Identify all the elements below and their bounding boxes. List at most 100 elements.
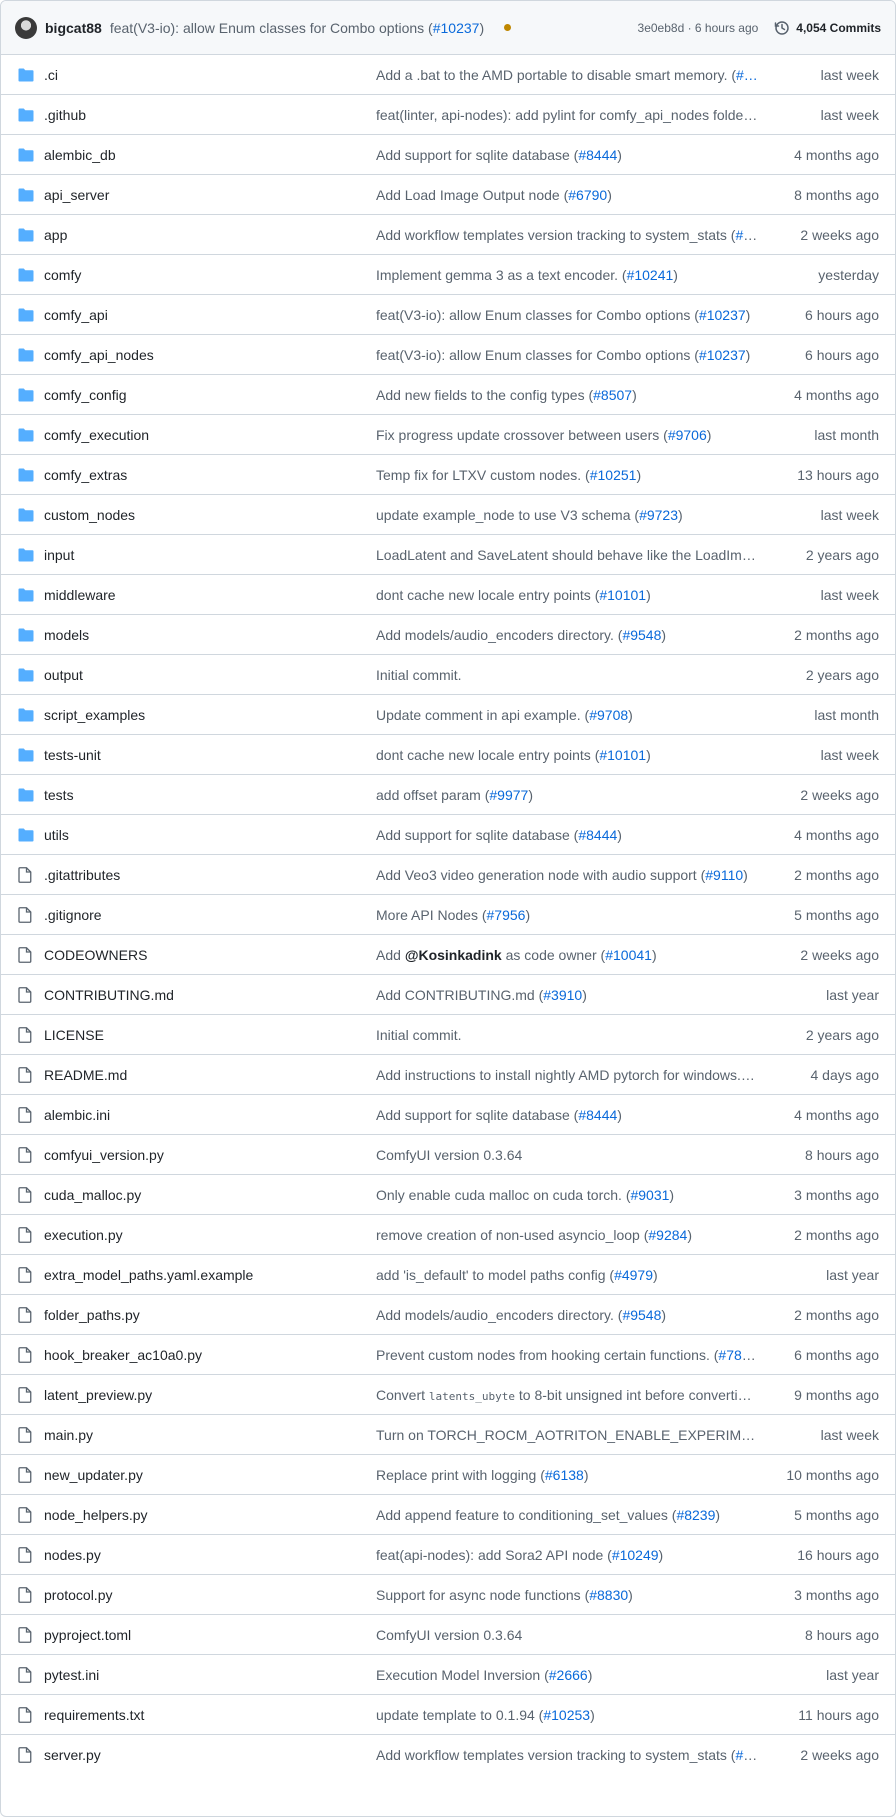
commits-history-link[interactable]: 4,054 Commits [774,20,881,36]
commit-message-text[interactable]: Replace print with logging ( [376,1467,545,1483]
pr-link[interactable]: #2666 [549,1667,588,1683]
commit-message-text[interactable]: Add a .bat to the AMD portable to disabl… [376,67,736,83]
commit-message-text[interactable]: ComfyUI version 0.3.64 [376,1627,522,1643]
folder-name-link[interactable]: middleware [44,587,376,603]
pr-link[interactable]: #7956 [487,907,526,923]
commit-message-text[interactable]: remove creation of non-used asyncio_loop… [376,1227,648,1243]
commit-message[interactable]: Support for async node functions (#8830) [376,1587,760,1603]
commit-message[interactable]: Add instructions to install nightly AMD … [376,1067,760,1083]
commit-message-text[interactable]: Add Load Image Output node ( [376,187,568,203]
commit-message[interactable]: dont cache new locale entry points (#101… [376,747,760,763]
commit-message-text[interactable]: More API Nodes ( [376,907,487,923]
pr-link[interactable]: #9548 [622,627,661,643]
pr-link[interactable]: #8444 [578,147,617,163]
pr-link[interactable]: #6138 [545,1467,584,1483]
commit-message-text[interactable]: feat(V3-io): allow Enum classes for Comb… [376,307,699,323]
commit-message-text[interactable]: Implement gemma 3 as a text encoder. ( [376,267,627,283]
folder-name-link[interactable]: models [44,627,376,643]
commit-message[interactable]: ComfyUI version 0.3.64 [376,1147,760,1163]
commit-message-text[interactable]: Add models/audio_encoders directory. ( [376,1307,622,1323]
file-name-link[interactable]: .gitattributes [44,867,376,883]
commit-message[interactable]: More API Nodes (#7956) [376,907,760,923]
commit-message-text[interactable]: LoadLatent and SaveLatent should behave … [376,547,760,563]
commit-message-text[interactable]: Add CONTRIBUTING.md ( [376,987,543,1003]
commit-message-text[interactable]: Add new fields to the config types ( [376,387,593,403]
commit-message[interactable]: Update comment in api example. (#9708) [376,707,760,723]
commit-message-text[interactable]: add 'is_default' to model paths config ( [376,1267,614,1283]
commit-message-text[interactable]: Add workflow templates version tracking … [376,227,735,243]
folder-name-link[interactable]: output [44,667,376,683]
folder-name-link[interactable]: custom_nodes [44,507,376,523]
commit-message-text[interactable]: Add support for sqlite database ( [376,147,578,163]
commit-message-text[interactable]: update example_node to use V3 schema ( [376,507,639,523]
folder-name-link[interactable]: tests [44,787,376,803]
commit-message-text[interactable]: Fix progress update crossover between us… [376,427,668,443]
table-row[interactable]: execution.py remove creation of non-used … [1,1215,895,1255]
commit-message[interactable]: Only enable cuda malloc on cuda torch. (… [376,1187,760,1203]
commit-message-text[interactable]: Add support for sqlite database ( [376,827,578,843]
commit-message[interactable]: Fix progress update crossover between us… [376,427,760,443]
table-row[interactable]: comfy_config Add new fields to the config… [1,375,895,415]
table-row[interactable]: pyproject.toml ComfyUI version 0.3.64 8 ho… [1,1615,895,1655]
table-row[interactable]: tests add offset param (#9977) 2 weeks ago [1,775,895,815]
folder-name-link[interactable]: .ci [44,67,376,83]
table-row[interactable]: app Add workflow templates version tracki… [1,215,895,255]
commit-message-text[interactable]: Convert [376,1387,429,1403]
table-row[interactable]: models Add models/audio_encoders director… [1,615,895,655]
pr-link[interactable]: #10249 [612,1547,659,1563]
file-name-link[interactable]: protocol.py [44,1587,376,1603]
commit-message[interactable]: Add Load Image Output node (#6790) [376,187,760,203]
latest-commit-message[interactable]: feat(V3-io): allow Enum classes for Comb… [110,20,484,36]
commit-message[interactable]: Add workflow templates version tracking … [376,1747,760,1763]
table-row[interactable]: README.md Add instructions to install nig… [1,1055,895,1095]
file-name-link[interactable]: folder_paths.py [44,1307,376,1323]
table-row[interactable]: latent_preview.py Convert latents_ubyte t… [1,1375,895,1415]
commit-message-text[interactable]: Initial commit. [376,1027,462,1043]
avatar[interactable] [15,16,37,39]
status-dot-icon[interactable] [504,24,512,31]
file-name-link[interactable]: CONTRIBUTING.md [44,987,376,1003]
file-name-link[interactable]: hook_breaker_ac10a0.py [44,1347,376,1363]
file-name-link[interactable]: alembic.ini [44,1107,376,1123]
table-row[interactable]: LICENSE Initial commit. 2 years ago [1,1015,895,1055]
pr-link[interactable]: #8239 [676,1507,715,1523]
table-row[interactable]: comfy_execution Fix progress update cross… [1,415,895,455]
commit-meta[interactable]: 3e0eb8d · 6 hours ago [638,21,759,35]
table-row[interactable]: CONTRIBUTING.md Add CONTRIBUTING.md (#391… [1,975,895,1015]
commit-message-text[interactable]: Add models/audio_encoders directory. ( [376,627,622,643]
pr-link[interactable]: #10237 [699,347,746,363]
file-name-link[interactable]: latent_preview.py [44,1387,376,1403]
folder-name-link[interactable]: utils [44,827,376,843]
table-row[interactable]: .gitattributes Add Veo3 video generation … [1,855,895,895]
commit-message-text[interactable]: Add [376,947,405,963]
table-row[interactable]: node_helpers.py Add append feature to con… [1,1495,895,1535]
table-row[interactable]: new_updater.py Replace print with logging… [1,1455,895,1495]
folder-name-link[interactable]: comfy_api_nodes [44,347,376,363]
file-name-link[interactable]: nodes.py [44,1547,376,1563]
mention-link[interactable]: @Kosinkadink [405,947,502,963]
commit-message-text[interactable]: ComfyUI version 0.3.64 [376,1147,522,1163]
commit-message[interactable]: Replace print with logging (#6138) [376,1467,760,1483]
file-name-link[interactable]: comfyui_version.py [44,1147,376,1163]
pr-link[interactable]: #… [736,67,758,83]
table-row[interactable]: nodes.py feat(api-nodes): add Sora2 API n… [1,1535,895,1575]
pr-link[interactable]: #10253 [543,1707,590,1723]
commit-message-text[interactable]: Support for async node functions ( [376,1587,589,1603]
commit-message-text[interactable]: dont cache new locale entry points ( [376,587,599,603]
table-row[interactable]: input LoadLatent and SaveLatent should be… [1,535,895,575]
table-row[interactable]: CODEOWNERS Add @Kosinkadink as code owner… [1,935,895,975]
commit-message-text[interactable]: Initial commit. [376,667,462,683]
commit-message[interactable]: Add support for sqlite database (#8444) [376,147,760,163]
table-row[interactable]: cuda_malloc.py Only enable cuda malloc on… [1,1175,895,1215]
file-name-link[interactable]: requirements.txt [44,1707,376,1723]
file-name-link[interactable]: .gitignore [44,907,376,923]
commit-message[interactable]: Add workflow templates version tracking … [376,227,760,243]
table-row[interactable]: comfy Implement gemma 3 as a text encoder… [1,255,895,295]
commit-message[interactable]: Initial commit. [376,667,760,683]
table-row[interactable]: pytest.ini Execution Model Inversion (#26… [1,1655,895,1695]
commit-message[interactable]: Convert latents_ubyte to 8-bit unsigned … [376,1387,760,1403]
file-name-link[interactable]: LICENSE [44,1027,376,1043]
pr-link[interactable]: #8830 [589,1587,628,1603]
file-name-link[interactable]: pyproject.toml [44,1627,376,1643]
latest-commit-text[interactable]: feat(V3-io): allow Enum classes for Comb… [110,20,433,36]
